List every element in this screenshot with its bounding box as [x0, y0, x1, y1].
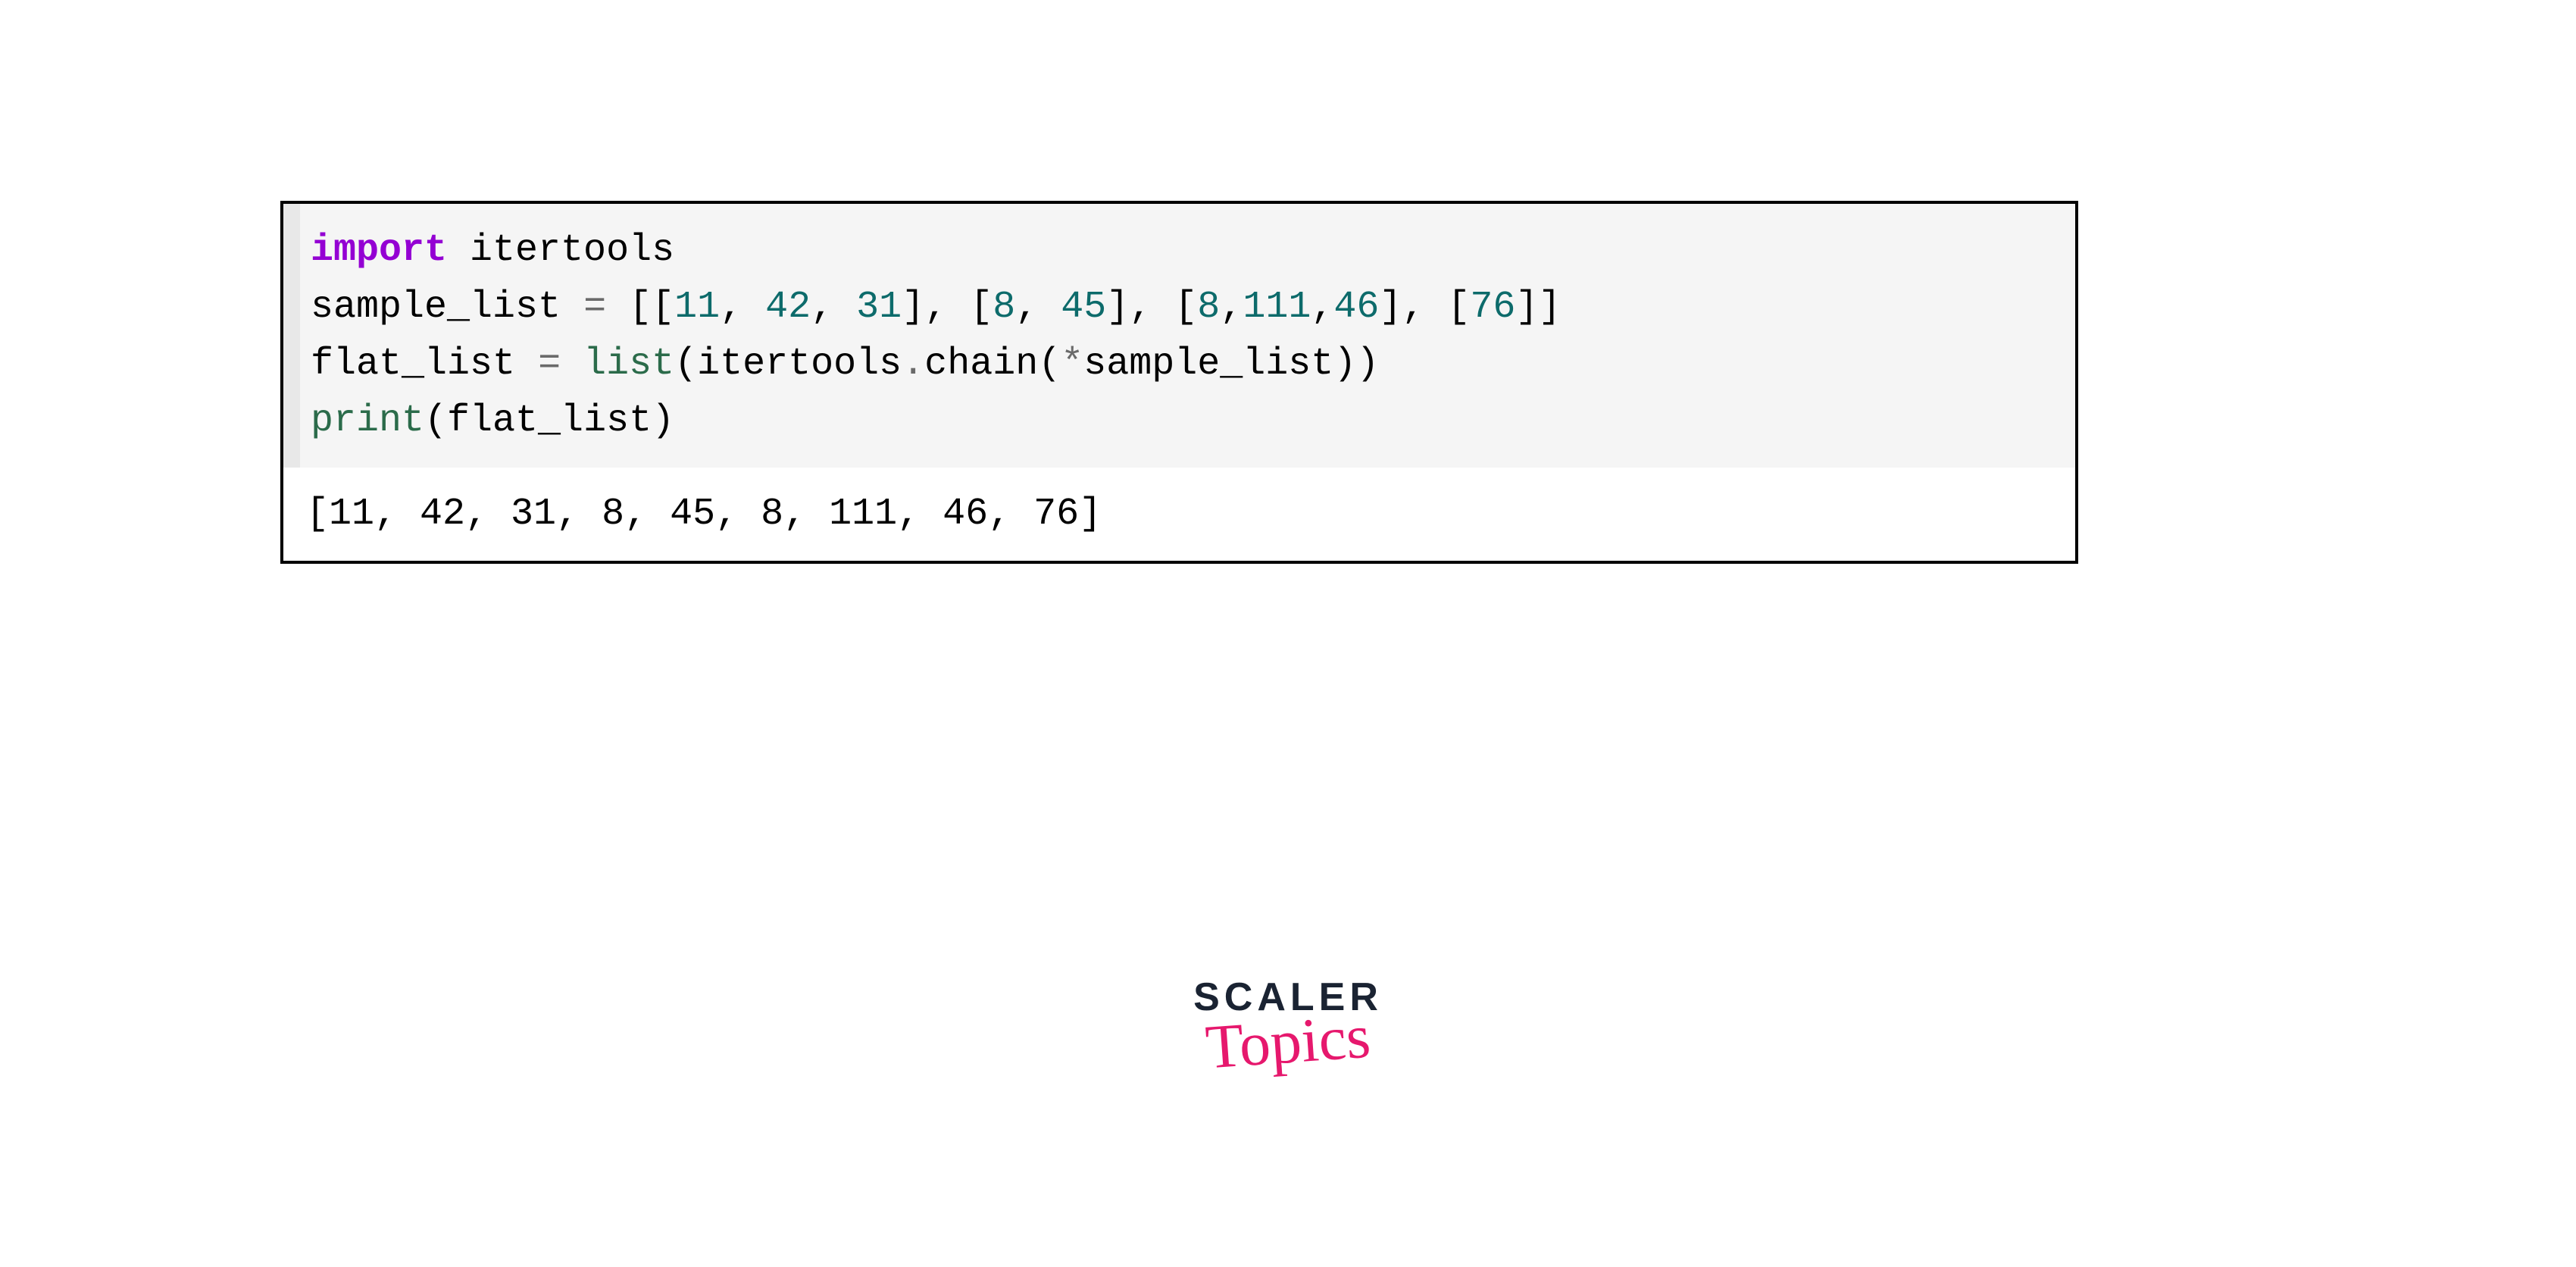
- print-arg: (flat_list): [424, 399, 674, 443]
- arg: sample_list)): [1083, 343, 1379, 386]
- num: 46: [1333, 286, 1379, 329]
- code-output: [11, 42, 31, 8, 45, 8, 111, 46, 76]: [283, 468, 2075, 561]
- op-equals: =: [583, 286, 606, 329]
- var-sample-list: sample_list: [311, 286, 583, 329]
- dot: .: [902, 343, 924, 386]
- bracket: ], [: [902, 286, 993, 329]
- comma: ,: [1311, 286, 1333, 329]
- num: 111: [1243, 286, 1311, 329]
- fn-print: print: [311, 399, 424, 443]
- bracket: ], [: [1379, 286, 1470, 329]
- num: 8: [993, 286, 1015, 329]
- code-cell-frame: import itertools sample_list = [[11, 42,…: [280, 201, 2078, 564]
- op-equals: =: [538, 343, 561, 386]
- bracket-open: [[: [629, 286, 674, 329]
- bracket: ], [: [1106, 286, 1197, 329]
- module-name: itertools: [447, 229, 674, 272]
- comma: ,: [1220, 286, 1243, 329]
- comma: ,: [1015, 286, 1061, 329]
- num: 11: [674, 286, 720, 329]
- var-flat-list: flat_list: [311, 343, 538, 386]
- num: 8: [1197, 286, 1220, 329]
- space: [561, 343, 583, 386]
- bracket-close: ]]: [1515, 286, 1561, 329]
- call: (itertools: [674, 343, 902, 386]
- scaler-topics-logo: SCALER Topics: [1167, 978, 1409, 1070]
- num: 45: [1061, 286, 1106, 329]
- code-gutter: [283, 204, 300, 468]
- fn-list: list: [583, 343, 674, 386]
- op-star: *: [1061, 343, 1083, 386]
- num: 42: [765, 286, 811, 329]
- space: [606, 286, 629, 329]
- comma: ,: [720, 286, 765, 329]
- chain-call: chain(: [924, 343, 1061, 386]
- num: 76: [1470, 286, 1515, 329]
- comma: ,: [811, 286, 856, 329]
- code-lines: import itertools sample_list = [[11, 42,…: [300, 204, 1574, 468]
- keyword-import: import: [311, 229, 447, 272]
- code-input-area: import itertools sample_list = [[11, 42,…: [283, 204, 2075, 468]
- num: 31: [856, 286, 902, 329]
